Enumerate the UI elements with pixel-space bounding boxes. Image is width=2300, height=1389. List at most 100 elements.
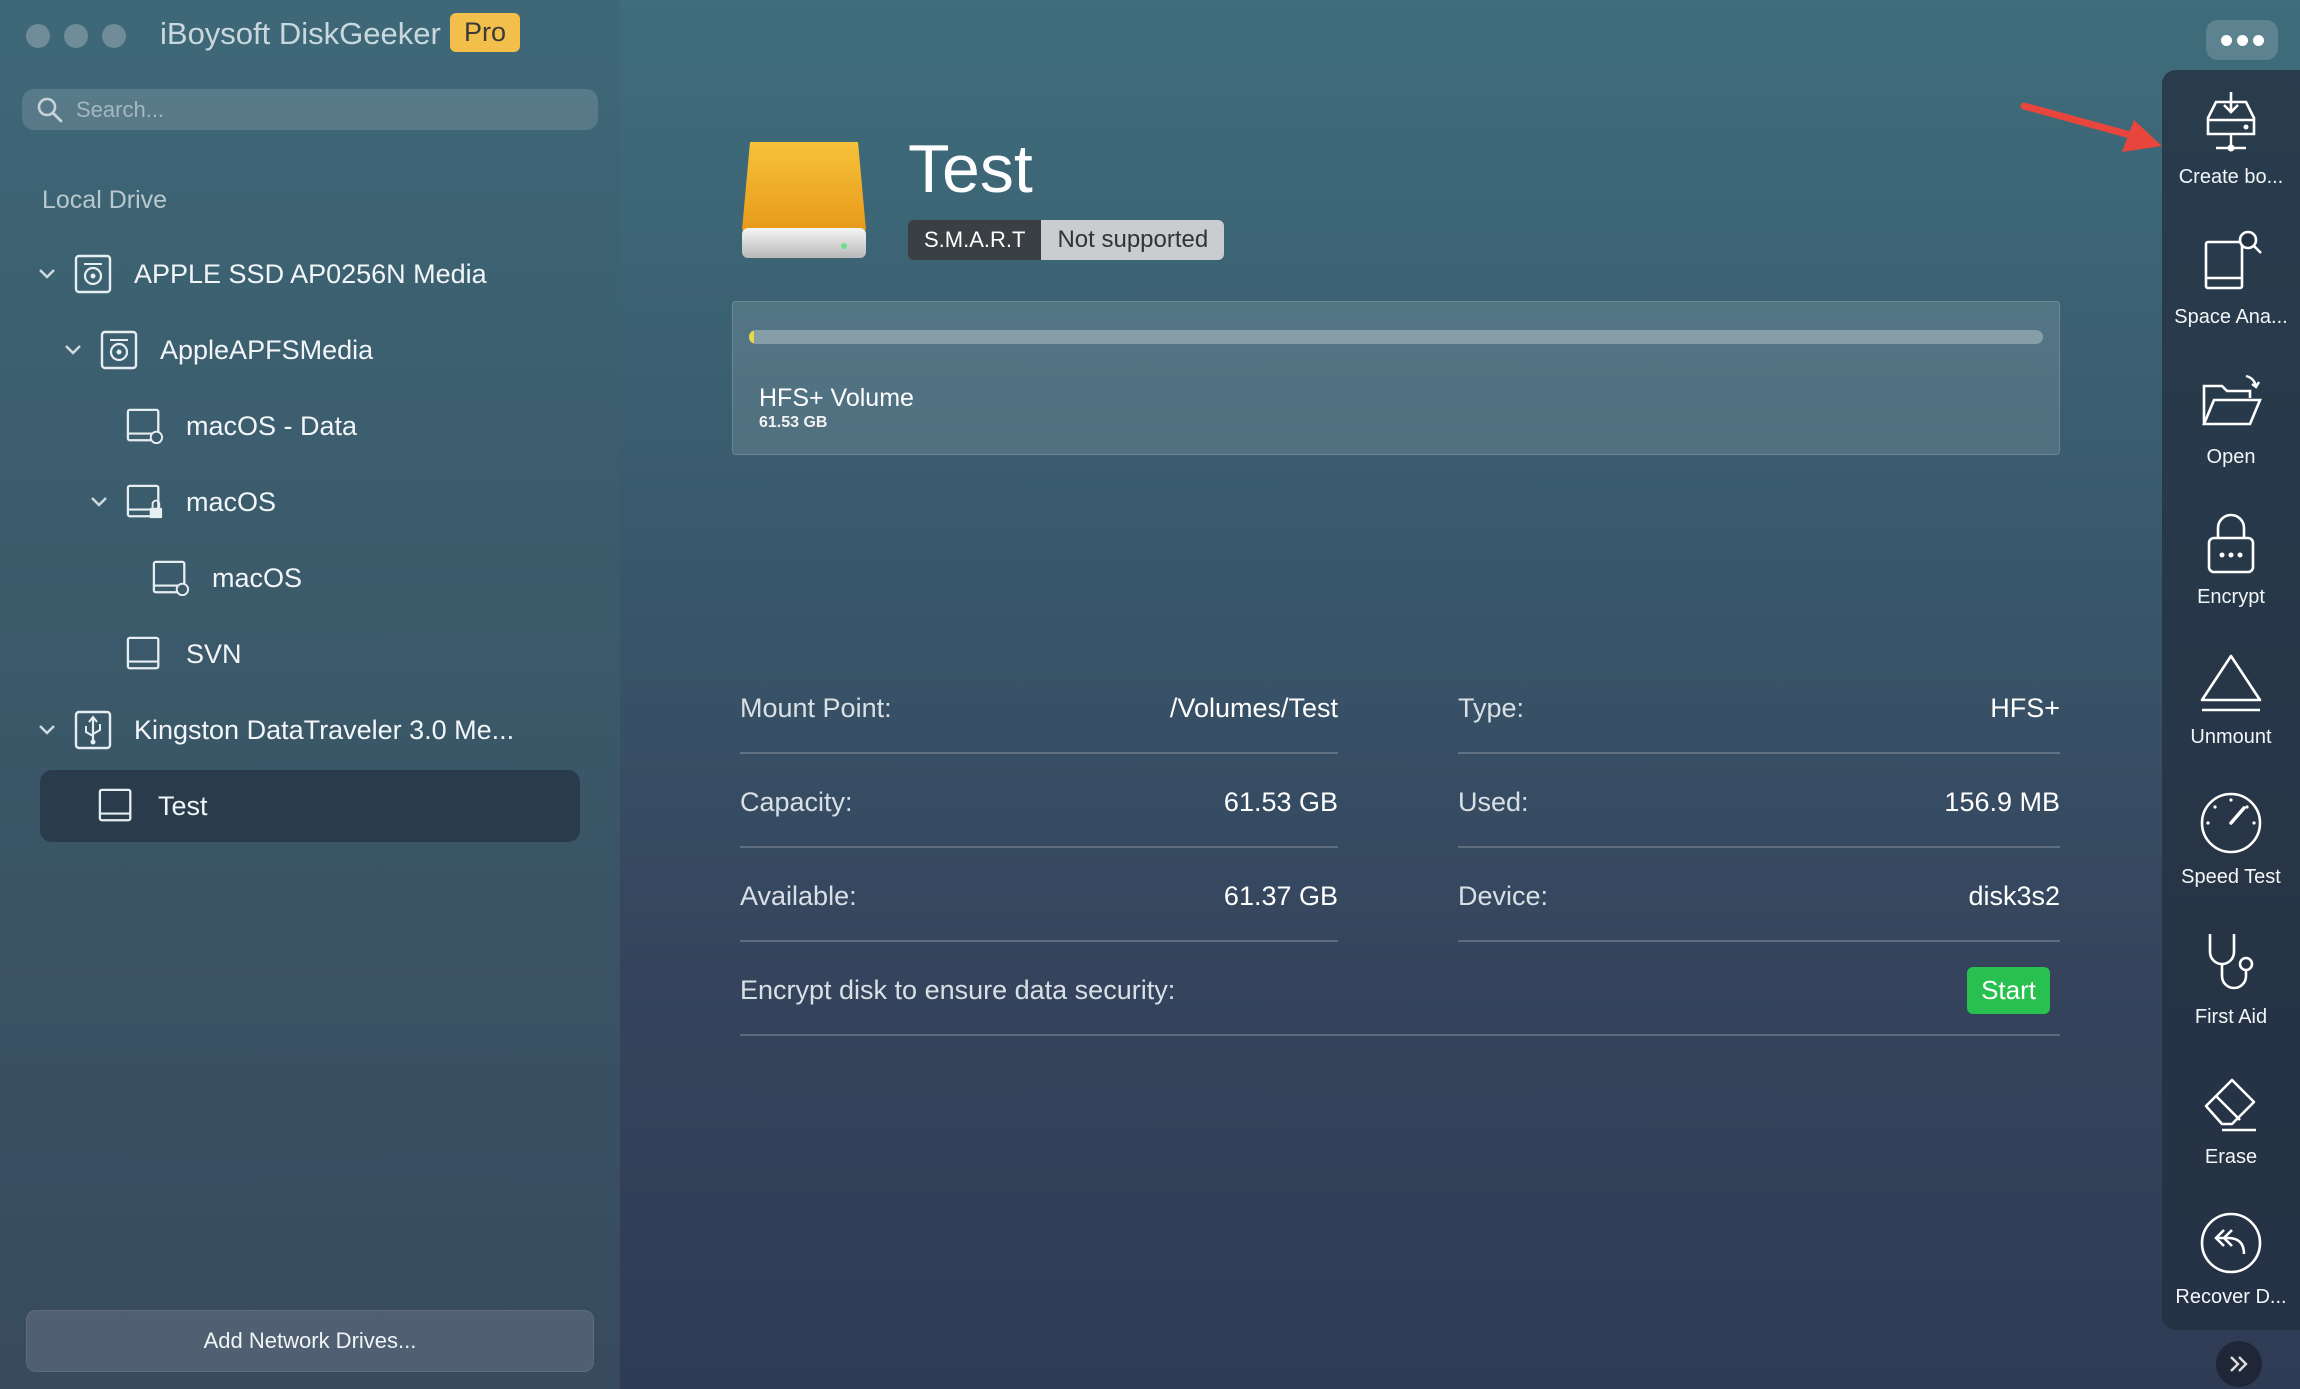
start-encrypt-button[interactable]: Start	[1967, 966, 2050, 1014]
lock-icon	[2207, 513, 2255, 574]
chevron-down-icon[interactable]	[60, 337, 86, 363]
disk-icon	[74, 254, 112, 294]
stethoscope-icon	[2208, 934, 2254, 990]
sidebar: iBoysoft DiskGeeker Pro Local Drive APPL…	[0, 0, 620, 1389]
space-analyzer-icon	[2204, 230, 2262, 290]
volume-icon	[152, 558, 190, 598]
tree-item-macos-container[interactable]: macOS	[86, 466, 276, 538]
info-row-encrypt: Encrypt disk to ensure data security: St…	[740, 946, 2060, 1040]
chevron-down-icon[interactable]	[86, 489, 112, 515]
tool-label: Recover D...	[2175, 1286, 2287, 1308]
tree-item-macos-data[interactable]: macOS - Data	[126, 390, 357, 462]
info-label: Type:	[1458, 692, 1525, 723]
create-boot-disk-icon	[2206, 92, 2256, 152]
speedometer-icon	[2200, 792, 2262, 854]
unmount-button[interactable]: Unmount	[2162, 648, 2300, 778]
info-device: Device: disk3s2	[1458, 852, 2060, 942]
tree-item-label: SVN	[186, 638, 242, 669]
info-mount-point: Mount Point: /Volumes/Test	[740, 664, 1338, 754]
tree-item-kingston[interactable]: Kingston DataTraveler 3.0 Me...	[34, 694, 514, 766]
close-window-button[interactable]	[26, 24, 50, 48]
info-label: Device:	[1458, 880, 1549, 911]
search-icon	[37, 97, 63, 122]
encrypt-prompt: Encrypt disk to ensure data security:	[740, 974, 1176, 1005]
add-network-drives-button[interactable]: Add Network Drives...	[26, 1310, 594, 1372]
zoom-window-button[interactable]	[102, 24, 126, 48]
tool-label: Space Ana...	[2174, 306, 2288, 328]
tree-item-macos-volume[interactable]: macOS	[152, 542, 302, 614]
info-used: Used: 156.9 MB	[1458, 758, 2060, 848]
first-aid-button[interactable]: First Aid	[2162, 928, 2300, 1058]
info-value: disk3s2	[1968, 880, 2060, 911]
annotation-arrow	[2020, 102, 2162, 152]
volume-size-label: 61.53 GB	[759, 414, 828, 431]
tree-item-label: macOS - Data	[186, 410, 358, 441]
info-value: 61.37 GB	[1223, 880, 1338, 911]
tree-item-label: macOS	[186, 486, 277, 517]
eject-icon	[2200, 654, 2262, 712]
smart-status-badge: S.M.A.R.T Not supported	[908, 220, 1225, 260]
speed-test-button[interactable]: Speed Test	[2162, 788, 2300, 918]
info-value: 61.53 GB	[1223, 786, 1338, 817]
info-label: Capacity:	[740, 786, 853, 817]
chevron-down-icon[interactable]	[34, 717, 60, 743]
tree-item-svn[interactable]: SVN	[126, 618, 242, 690]
erase-button[interactable]: Erase	[2162, 1068, 2300, 1198]
app-title: iBoysoft DiskGeeker	[160, 16, 441, 51]
info-available: Available: 61.37 GB	[740, 852, 1338, 942]
chevron-down-icon[interactable]	[34, 261, 60, 287]
tree-item-label: Kingston DataTraveler 3.0 Me...	[134, 714, 515, 745]
tree-item-label: macOS	[212, 562, 303, 593]
drive-image	[740, 140, 868, 264]
info-label: Used:	[1458, 786, 1529, 817]
usage-bar-fill	[749, 330, 754, 344]
volume-icon	[126, 634, 164, 674]
tree-item-apple-ssd[interactable]: APPLE SSD AP0256N Media	[34, 238, 487, 310]
info-value: HFS+	[1990, 692, 2060, 723]
tool-label: Erase	[2204, 1146, 2258, 1168]
smart-label: S.M.A.R.T	[908, 220, 1042, 260]
tree-item-label: Test	[158, 790, 208, 821]
info-label: Available:	[740, 880, 857, 911]
double-chevron-right-icon	[2230, 1356, 2248, 1372]
dot-icon	[2252, 34, 2264, 46]
tree-item-test[interactable]: Test	[40, 770, 580, 842]
search-field[interactable]	[22, 89, 598, 130]
folder-open-icon	[2202, 374, 2262, 426]
search-input[interactable]	[76, 96, 576, 123]
tool-label: Encrypt	[2197, 586, 2265, 608]
volume-icon	[126, 406, 164, 446]
dot-icon	[2220, 34, 2232, 46]
expand-toolbar-button[interactable]	[2216, 1341, 2262, 1387]
volume-type-label: HFS+ Volume	[759, 384, 914, 412]
info-value: 156.9 MB	[1944, 786, 2060, 817]
eraser-icon	[2204, 1078, 2256, 1132]
volume-title: Test	[908, 131, 1033, 207]
tool-label: Open	[2206, 446, 2256, 468]
volume-icon	[98, 786, 136, 826]
encrypt-button[interactable]: Encrypt	[2162, 508, 2300, 638]
window-controls	[26, 24, 126, 48]
open-button[interactable]: Open	[2162, 368, 2300, 498]
recover-data-button[interactable]: Recover D...	[2162, 1208, 2300, 1338]
more-options-button[interactable]	[2206, 20, 2278, 60]
smart-status: Not supported	[1041, 220, 1225, 260]
minimize-window-button[interactable]	[64, 24, 88, 48]
info-capacity: Capacity: 61.53 GB	[740, 758, 1338, 848]
tree-item-apfs-media[interactable]: AppleAPFSMedia	[60, 314, 373, 386]
create-boot-disk-button[interactable]: Create bo...	[2162, 88, 2300, 218]
lock-volume-icon	[126, 482, 164, 522]
disk-icon	[100, 330, 138, 370]
tool-label: Speed Test	[2181, 866, 2281, 888]
volume-usage-panel: HFS+ Volume 61.53 GB	[732, 301, 2060, 455]
encrypt-prompt-row: Encrypt disk to ensure data security: St…	[740, 946, 2060, 1036]
usage-bar	[749, 330, 2043, 344]
info-row-mount: Mount Point: /Volumes/Test Type: HFS+	[740, 664, 2060, 758]
tool-label: First Aid	[2194, 1006, 2268, 1028]
space-analyzer-button[interactable]: Space Ana...	[2162, 228, 2300, 358]
pro-badge: Pro	[450, 13, 521, 52]
tree-item-label: APPLE SSD AP0256N Media	[134, 258, 487, 289]
tool-label: Unmount	[2190, 726, 2272, 748]
info-row-available: Available: 61.37 GB Device: disk3s2	[740, 852, 2060, 946]
info-row-capacity: Capacity: 61.53 GB Used: 156.9 MB	[740, 758, 2060, 852]
